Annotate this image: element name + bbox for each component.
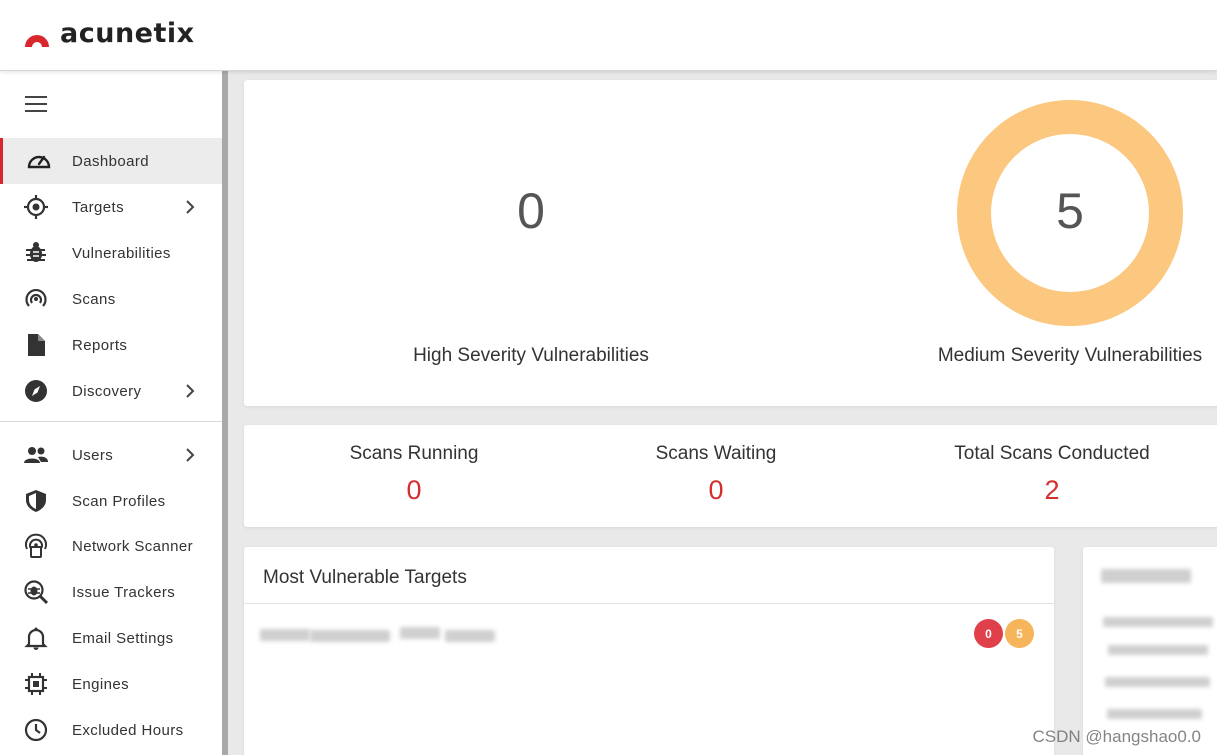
sidebar-item-dashboard[interactable]: Dashboard	[0, 138, 222, 184]
sidebar-item-label: Email Settings	[72, 629, 174, 647]
sidebar-item-targets[interactable]: Targets	[0, 184, 222, 230]
scans-running-value[interactable]: 0	[284, 475, 544, 506]
hamburger-icon[interactable]	[25, 96, 47, 112]
table-row[interactable]: 0 5	[244, 617, 1054, 653]
bug-search-icon	[22, 578, 50, 606]
panel-divider	[244, 603, 1054, 604]
chevron-right-icon	[186, 448, 195, 462]
top-header: acunetix	[0, 0, 1217, 71]
sidebar-item-label: Issue Trackers	[72, 583, 176, 601]
scan-stats-card: Scans Running 0 Scans Waiting 0 Total Sc…	[244, 425, 1217, 527]
sidebar-item-label: Discovery	[72, 382, 142, 400]
medium-count-badge: 5	[1005, 619, 1034, 648]
dashboard-gauge-icon	[25, 147, 53, 175]
bug-icon	[22, 239, 50, 267]
panel-title: Most Vulnerable Targets	[263, 567, 467, 588]
scans-running-label: Scans Running	[349, 443, 479, 464]
scans-waiting-label: Scans Waiting	[655, 443, 777, 464]
acunetix-logo[interactable]: acunetix	[22, 20, 195, 48]
sidebar-item-label: Targets	[72, 198, 124, 216]
sidebar-divider	[0, 421, 222, 422]
acunetix-logo-icon	[25, 35, 49, 47]
sidebar-item-scans[interactable]: Scans	[0, 276, 222, 322]
total-scans-label: Total Scans Conducted	[954, 443, 1150, 464]
medium-severity-count[interactable]: 5	[970, 182, 1170, 240]
sidebar-item-reports[interactable]: Reports	[0, 322, 222, 368]
chevron-right-icon	[186, 200, 195, 214]
severity-card: 0 High Severity Vulnerabilities 5 Medium…	[244, 80, 1217, 406]
high-severity-label: High Severity Vulnerabilities	[413, 345, 649, 366]
sidebar-item-users[interactable]: Users	[0, 432, 222, 478]
bell-icon	[22, 624, 50, 652]
redacted-target-name[interactable]	[260, 627, 495, 642]
medium-severity-label: Medium Severity Vulnerabilities	[937, 345, 1203, 366]
clock-icon	[22, 716, 50, 744]
chip-icon	[22, 670, 50, 698]
sidebar-item-network-scanner[interactable]: Network Scanner	[0, 523, 222, 569]
sidebar-item-label: Excluded Hours	[72, 721, 184, 739]
shield-icon	[22, 487, 50, 515]
sidebar-item-label: Dashboard	[72, 152, 149, 170]
document-icon	[22, 331, 50, 359]
users-icon	[22, 441, 50, 469]
high-severity-count[interactable]: 0	[431, 182, 631, 240]
sidebar-item-excluded-hours[interactable]: Excluded Hours	[0, 707, 222, 753]
sidebar-item-label: Users	[72, 446, 114, 464]
sidebar-item-issue-trackers[interactable]: Issue Trackers	[0, 569, 222, 615]
high-count-badge: 0	[974, 619, 1003, 648]
sidebar-item-vulnerabilities[interactable]: Vulnerabilities	[0, 230, 222, 276]
sidebar-item-scan-profiles[interactable]: Scan Profiles	[0, 478, 222, 524]
sidebar-item-label: Scan Profiles	[72, 492, 166, 510]
sidebar: Dashboard Targets Vulnerabilities Scans …	[0, 71, 222, 755]
sidebar-item-discovery[interactable]: Discovery	[0, 368, 222, 414]
network-scanner-icon	[22, 532, 50, 560]
most-vulnerable-targets-panel: Most Vulnerable Targets 0 5	[244, 547, 1054, 755]
sidebar-scroll-edge[interactable]	[222, 71, 228, 755]
sidebar-item-label: Network Scanner	[72, 537, 194, 555]
total-scans-value[interactable]: 2	[922, 475, 1182, 506]
sidebar-item-email-settings[interactable]: Email Settings	[0, 615, 222, 661]
sidebar-item-label: Engines	[72, 675, 130, 693]
radar-icon	[22, 285, 50, 313]
scans-waiting-value[interactable]: 0	[586, 475, 846, 506]
logo-text: acunetix	[60, 18, 195, 49]
sidebar-item-label: Reports	[72, 336, 128, 354]
watermark-text: CSDN @hangshao0.0	[1032, 727, 1201, 746]
sidebar-item-label: Vulnerabilities	[72, 244, 171, 262]
sidebar-item-label: Scans	[72, 290, 116, 308]
chevron-right-icon	[186, 384, 195, 398]
compass-icon	[22, 377, 50, 405]
target-icon	[22, 193, 50, 221]
side-panel-redacted	[1083, 547, 1217, 755]
sidebar-item-engines[interactable]: Engines	[0, 661, 222, 707]
